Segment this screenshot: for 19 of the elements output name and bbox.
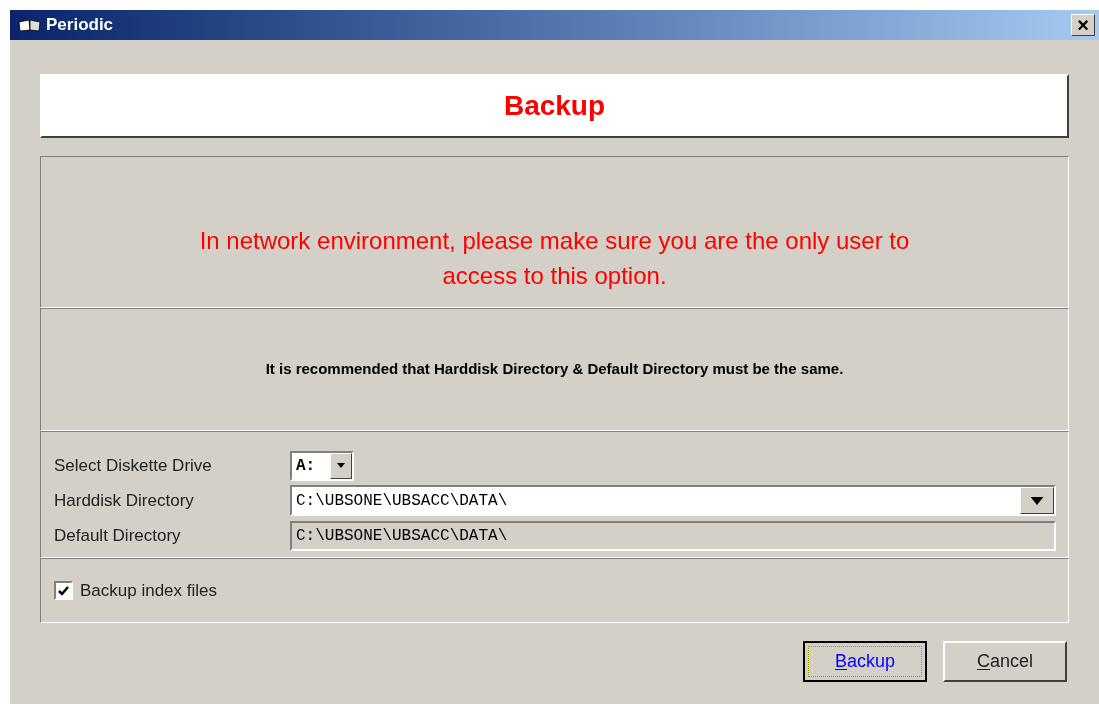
directory-field[interactable]: C:\UBSONE\UBSACC\DATA\ <box>290 520 1056 551</box>
checkbox[interactable] <box>54 581 73 600</box>
window-title: Periodic <box>46 14 114 37</box>
drive-select[interactable]: A: <box>290 450 354 481</box>
checkbox-label: Backup index files <box>80 579 218 602</box>
check-icon <box>58 585 69 596</box>
field-label: Select Diskette Drive <box>54 454 213 477</box>
book-icon <box>18 18 42 32</box>
dialog-button[interactable]: Backup <box>803 641 927 682</box>
field-label: Harddisk Directory <box>54 489 195 512</box>
dialog-button[interactable]: Cancel <box>943 641 1067 682</box>
close-button[interactable]: × <box>1071 14 1095 36</box>
field-label: Default Directory <box>54 524 182 547</box>
dropdown-arrow-icon <box>337 463 345 468</box>
recommendation-note: It is recommended that Harddisk Directory & Default Directory must be the same. <box>265 359 844 380</box>
heading-banner: Backup <box>40 74 1069 138</box>
network-warning: In network environment, please make sure you are the only user to access to this option. <box>198 226 911 291</box>
directory-combo[interactable]: C:\UBSONE\UBSACC\DATA\ <box>290 485 1056 516</box>
dropdown-arrow-icon <box>1030 496 1044 505</box>
